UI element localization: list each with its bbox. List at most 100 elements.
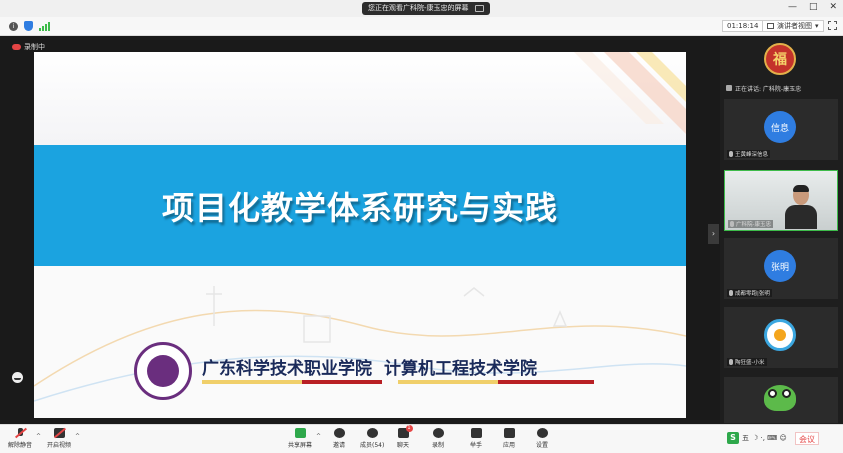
chat-button[interactable]: 1 聊天 bbox=[397, 425, 413, 449]
school-emblem-icon bbox=[134, 342, 192, 400]
mic-icon bbox=[729, 151, 733, 157]
underline-red-1 bbox=[302, 380, 382, 384]
audio-options-caret[interactable]: ^ bbox=[36, 433, 41, 440]
meeting-timer: 01:18:14 bbox=[722, 20, 764, 32]
window-controls: — □ ✕ bbox=[788, 2, 837, 12]
close-button[interactable]: ✕ bbox=[829, 2, 837, 12]
presentation-slide: 项目化教学体系研究与实践 广东科学技术职业学院 计算机工程技术学院 bbox=[34, 52, 686, 418]
active-speaker-indicator: 正在讲话: 广科院-康玉忠 bbox=[722, 82, 842, 94]
underline-yellow-2 bbox=[398, 380, 498, 384]
unmute-label: 解除静音 bbox=[8, 442, 33, 449]
school-name: 广东科学技术职业学院 bbox=[202, 359, 372, 379]
speaker-view-button[interactable]: 演讲者视图 ▾ bbox=[762, 20, 824, 32]
gear-icon bbox=[536, 428, 548, 438]
participant-name: 广科院-康玉忠 bbox=[736, 222, 771, 228]
participant-tile[interactable]: 陶狂盛-小米 bbox=[724, 307, 838, 368]
mic-icon bbox=[729, 290, 733, 296]
share-screen-label: 共享屏幕 bbox=[288, 442, 313, 449]
participant-logo-avatar bbox=[764, 319, 796, 351]
meeting-toolbar: 解除静音 ^ 开启视频 ^ 共享屏幕 ^ 邀请 成员(54) 1 聊天 录制 举… bbox=[0, 424, 843, 453]
participants-button[interactable]: 成员(54) bbox=[360, 428, 384, 449]
participant-name: 王黄峰深信息 bbox=[735, 152, 769, 158]
participant-video-tile[interactable]: 广科院-康玉忠 bbox=[724, 170, 838, 231]
collapse-panel-button[interactable]: › bbox=[708, 224, 719, 244]
reaction-icon[interactable] bbox=[12, 372, 23, 383]
landscape-illustration bbox=[34, 286, 686, 402]
sogou-ime-icon: S bbox=[727, 432, 739, 444]
record-icon bbox=[432, 428, 444, 438]
participant-avatar: 信息 bbox=[764, 111, 796, 143]
settings-label: 设置 bbox=[536, 442, 549, 449]
slide-title: 项目化教学体系研究与实践 bbox=[161, 188, 558, 227]
share-screen-button[interactable]: 共享屏幕 bbox=[288, 428, 312, 449]
chat-icon: 1 bbox=[397, 425, 413, 438]
participant-name-tag: 广科院-康玉忠 bbox=[728, 220, 773, 228]
invite-button[interactable]: 邀请 bbox=[333, 428, 345, 449]
chevron-down-icon: ▾ bbox=[815, 21, 819, 30]
invite-icon bbox=[333, 428, 345, 438]
minimize-button[interactable]: — bbox=[788, 2, 797, 12]
participants-label: 成员(54) bbox=[360, 442, 385, 449]
participant-avatar-fu: 福 bbox=[764, 43, 796, 75]
participant-name-tag: 陶狂盛-小米 bbox=[727, 358, 767, 366]
screen-share-notice[interactable]: 您正在观看广科院-康玉忠的屏幕 bbox=[362, 2, 490, 15]
fullscreen-icon[interactable] bbox=[828, 21, 837, 30]
raise-hand-button[interactable]: 举手 bbox=[470, 428, 482, 449]
participants-icon bbox=[366, 428, 378, 438]
apps-grid-icon bbox=[503, 428, 515, 438]
hand-icon bbox=[470, 428, 482, 438]
participant-avatar: 张明 bbox=[764, 250, 796, 282]
chat-unread-badge: 1 bbox=[405, 425, 413, 432]
title-band: 项目化教学体系研究与实践 bbox=[34, 145, 686, 266]
start-video-label: 开启视频 bbox=[47, 442, 72, 449]
mic-icon bbox=[729, 359, 733, 365]
ime-tools: ☽ ·, ⌨ ☺ bbox=[752, 434, 787, 442]
record-label: 录制 bbox=[432, 442, 445, 449]
start-video-button[interactable]: 开启视频 bbox=[47, 428, 71, 449]
speaker-icon bbox=[726, 85, 732, 91]
invite-label: 邀请 bbox=[333, 442, 346, 449]
settings-button[interactable]: 设置 bbox=[536, 428, 548, 449]
recording-label: 录制中 bbox=[24, 43, 45, 51]
video-options-caret[interactable]: ^ bbox=[75, 433, 80, 440]
grid-icon bbox=[767, 23, 774, 29]
title-bar: 您正在观看广科院-康玉忠的屏幕 — □ ✕ bbox=[0, 0, 843, 17]
mic-icon bbox=[730, 221, 734, 227]
shield-icon[interactable] bbox=[24, 21, 33, 31]
mic-off-icon bbox=[15, 428, 26, 438]
participant-name: 陶狂盛-小米 bbox=[735, 360, 765, 366]
info-icon[interactable]: i bbox=[9, 22, 18, 31]
participant-tile[interactable] bbox=[724, 377, 838, 423]
meeting-info-bar: i 01:18:14 演讲者视图 ▾ bbox=[0, 17, 843, 36]
participant-name-tag: 王黄峰深信息 bbox=[727, 150, 771, 158]
camera-off-icon bbox=[53, 428, 65, 438]
active-speaker-label: 正在讲话: 广科院-康玉忠 bbox=[735, 85, 802, 93]
participant-frog-avatar bbox=[764, 385, 796, 411]
input-method-bar[interactable]: S 五 ☽ ·, ⌨ ☺ bbox=[727, 432, 787, 444]
participant-name: 成都零跑|张明 bbox=[735, 291, 770, 297]
meeting-window: 您正在观看广科院-康玉忠的屏幕 — □ ✕ i 01:18:14 演讲者视图 ▾… bbox=[0, 0, 843, 453]
decorative-stripes bbox=[574, 52, 686, 134]
ime-mode-label: 五 bbox=[742, 434, 749, 442]
recording-indicator: 录制中 bbox=[12, 42, 45, 52]
participant-video bbox=[785, 185, 817, 229]
share-screen-icon bbox=[294, 428, 306, 438]
chat-label: 聊天 bbox=[397, 442, 410, 449]
record-button[interactable]: 录制 bbox=[432, 428, 444, 449]
signal-icon[interactable] bbox=[39, 22, 50, 31]
participant-tile[interactable]: 信息 王黄峰深信息 bbox=[724, 99, 838, 160]
maximize-button[interactable]: □ bbox=[809, 2, 818, 12]
apps-label: 应用 bbox=[503, 442, 516, 449]
share-notice-text: 您正在观看广科院-康玉忠的屏幕 bbox=[368, 4, 469, 12]
share-options-caret[interactable]: ^ bbox=[316, 433, 321, 440]
participant-tile[interactable]: 张明 成都零跑|张明 bbox=[724, 238, 838, 299]
participant-name-tag: 成都零跑|张明 bbox=[727, 289, 772, 297]
apps-button[interactable]: 应用 bbox=[503, 428, 515, 449]
speaker-view-label: 演讲者视图 bbox=[777, 21, 812, 30]
end-meeting-button[interactable]: 会议 bbox=[795, 432, 819, 445]
underline-yellow-1 bbox=[202, 380, 302, 384]
view-options-icon[interactable] bbox=[474, 5, 484, 12]
underline-red-2 bbox=[498, 380, 594, 384]
college-name: 计算机工程技术学院 bbox=[384, 359, 537, 379]
unmute-button[interactable]: 解除静音 bbox=[8, 428, 32, 449]
